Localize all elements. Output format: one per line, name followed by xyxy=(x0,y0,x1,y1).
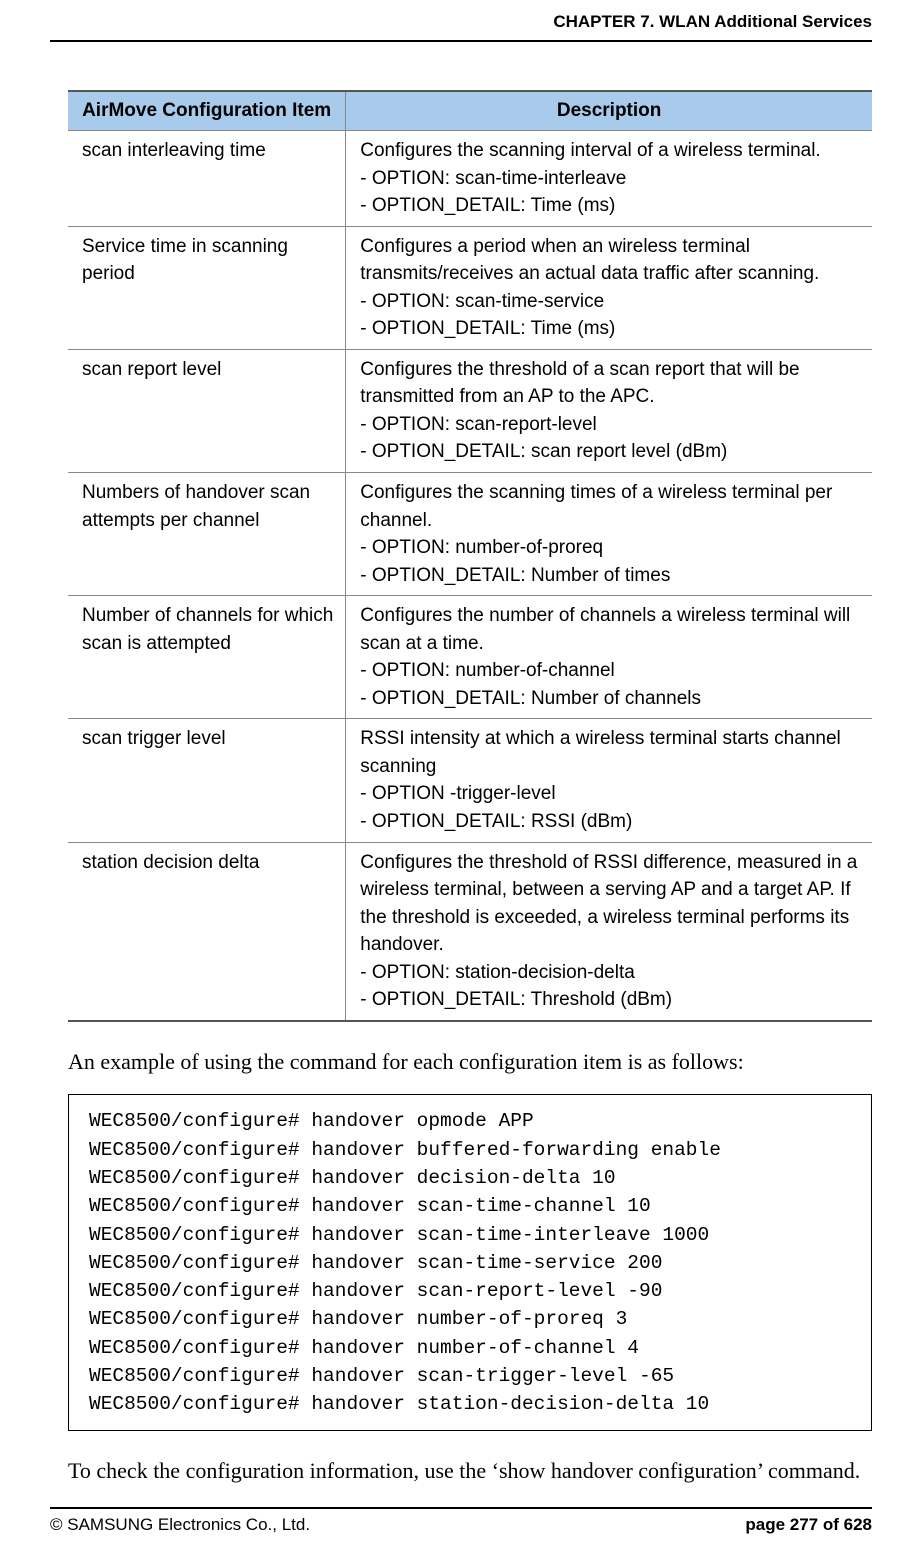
table-cell-item: scan interleaving time xyxy=(68,131,346,227)
table-row: Service time in scanning period Configur… xyxy=(68,226,872,349)
table-cell-item: Numbers of handover scan attempts per ch… xyxy=(68,473,346,596)
paragraph-check-config: To check the configuration information, … xyxy=(68,1457,872,1486)
table-row: Number of channels for which scan is att… xyxy=(68,596,872,719)
code-example: WEC8500/configure# handover opmode APP W… xyxy=(68,1094,872,1431)
table-cell-desc: RSSI intensity at which a wireless termi… xyxy=(346,719,872,842)
chapter-title: CHAPTER 7. WLAN Additional Services xyxy=(553,12,872,32)
table-cell-desc: Configures the scanning times of a wirel… xyxy=(346,473,872,596)
table-cell-desc: Configures the threshold of a scan repor… xyxy=(346,349,872,472)
table-row: scan interleaving time Configures the sc… xyxy=(68,131,872,227)
table-cell-desc: Configures the threshold of RSSI differe… xyxy=(346,842,872,1021)
table-cell-item: Number of channels for which scan is att… xyxy=(68,596,346,719)
page-footer: © SAMSUNG Electronics Co., Ltd. page 277… xyxy=(50,1507,872,1535)
page: CHAPTER 7. WLAN Additional Services AirM… xyxy=(0,0,922,1565)
table-cell-item: Service time in scanning period xyxy=(68,226,346,349)
footer-page-number: page 277 of 628 xyxy=(745,1515,872,1535)
table-header-item: AirMove Configuration Item xyxy=(68,91,346,131)
table-row: scan report level Configures the thresho… xyxy=(68,349,872,472)
paragraph-example-intro: An example of using the command for each… xyxy=(68,1048,872,1077)
table-cell-desc: Configures a period when an wireless ter… xyxy=(346,226,872,349)
table-cell-item: scan report level xyxy=(68,349,346,472)
table-header-row: AirMove Configuration Item Description xyxy=(68,91,872,131)
table-row: station decision delta Configures the th… xyxy=(68,842,872,1021)
table-row: Numbers of handover scan attempts per ch… xyxy=(68,473,872,596)
airmove-table: AirMove Configuration Item Description s… xyxy=(68,90,872,1022)
table-header-desc: Description xyxy=(346,91,872,131)
table-cell-item: station decision delta xyxy=(68,842,346,1021)
content-area: AirMove Configuration Item Description s… xyxy=(68,90,872,1504)
table-cell-desc: Configures the scanning interval of a wi… xyxy=(346,131,872,227)
table-row: scan trigger level RSSI intensity at whi… xyxy=(68,719,872,842)
table-cell-item: scan trigger level xyxy=(68,719,346,842)
table-cell-desc: Configures the number of channels a wire… xyxy=(346,596,872,719)
footer-copyright: © SAMSUNG Electronics Co., Ltd. xyxy=(50,1515,310,1535)
header-rule xyxy=(50,40,872,42)
